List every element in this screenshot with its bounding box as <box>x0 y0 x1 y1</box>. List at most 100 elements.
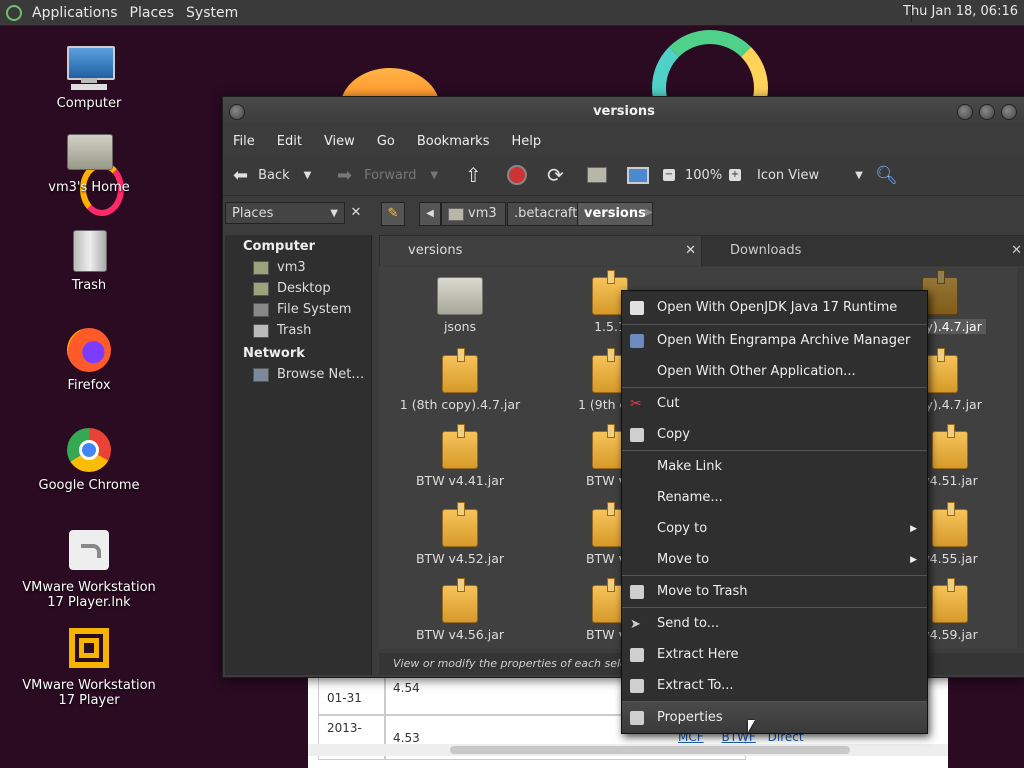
menubar: File Edit View Go Bookmarks Help <box>223 127 1024 155</box>
stop-icon[interactable] <box>507 155 527 195</box>
drive-icon <box>253 302 269 317</box>
menu-item-label: Extract Here <box>657 647 739 662</box>
menu-item-extract-to[interactable]: Extract To... <box>622 670 927 701</box>
desktop-item-label: Computer <box>56 96 122 111</box>
window-menu-button[interactable] <box>229 104 245 120</box>
chevron-down-icon: ▼ <box>330 208 338 219</box>
file-label: jsons <box>443 319 477 334</box>
chevron-down-icon[interactable]: ▼ <box>304 170 312 181</box>
clock[interactable]: Thu Jan 18, 06:16 <box>903 4 1018 19</box>
file-item[interactable]: BTW v4.52.jar <box>385 502 535 566</box>
maximize-button[interactable] <box>979 104 995 120</box>
submenu-arrow-icon: ▶ <box>910 554 917 565</box>
search-icon[interactable]: 🔍︎ <box>875 155 898 195</box>
reload-icon[interactable]: ⟳ <box>547 155 564 195</box>
desktop-home[interactable]: vm3's Home <box>14 128 164 195</box>
path-button-versions[interactable]: versions <box>577 202 653 226</box>
desktop-chrome[interactable]: Google Chrome <box>14 426 164 493</box>
menu-item-extract-here[interactable]: Extract Here <box>622 639 927 670</box>
context-menu: Open With OpenJDK Java 17 Runtime Open W… <box>621 290 928 734</box>
close-tab-icon[interactable]: ✕ <box>1011 236 1022 266</box>
file-item[interactable]: 1 (8th copy).4.7.jar <box>385 348 535 412</box>
menu-item-open-with-java[interactable]: Open With OpenJDK Java 17 Runtime <box>622 292 927 323</box>
menu-item-move-to-trash[interactable]: Move to Trash <box>622 576 927 607</box>
file-item[interactable]: BTW v4.56.jar <box>385 578 535 642</box>
file-label: BTW v4.56.jar <box>415 627 505 642</box>
menu-item-make-link[interactable]: Make Link <box>622 451 927 482</box>
sidebar-item-filesystem[interactable]: File System <box>253 302 371 317</box>
sidebar-item-desktop[interactable]: Desktop <box>253 281 371 296</box>
places-combo-label: Places <box>232 206 274 221</box>
menu-item-cut[interactable]: ✂ Cut <box>622 388 927 419</box>
menu-item-rename[interactable]: Rename... <box>622 482 927 513</box>
sidebar-item-label: File System <box>277 302 352 317</box>
computer-icon <box>65 44 115 92</box>
path-left-arrow[interactable]: ◀ <box>419 202 441 226</box>
jar-package-icon <box>442 348 478 393</box>
minimize-button[interactable] <box>957 104 973 120</box>
menu-go[interactable]: Go <box>377 134 395 149</box>
applications-menu[interactable]: Applications <box>32 5 118 21</box>
desktop-vmware[interactable]: VMware Workstation 17 Player <box>14 626 164 708</box>
system-menu[interactable]: System <box>186 5 238 21</box>
zoom-in-button[interactable]: + <box>729 155 741 195</box>
home-icon[interactable] <box>587 155 607 195</box>
zoom-out-button[interactable]: − <box>663 155 675 195</box>
submenu-arrow-icon: ▶ <box>910 523 917 534</box>
forward-arrow-icon: ➡ <box>337 164 353 186</box>
places-menu[interactable]: Places <box>130 5 175 21</box>
sidebar-item-vm3[interactable]: vm3 <box>253 260 371 275</box>
jar-package-icon <box>442 424 478 469</box>
up-icon[interactable]: ⇧ <box>465 155 482 195</box>
sidebar-item-browse-network[interactable]: Browse Net… <box>253 367 371 382</box>
tab-label: Downloads <box>730 243 802 258</box>
path-button-betacraft[interactable]: .betacraft <box>507 202 585 226</box>
view-mode-select[interactable]: Icon View ▼ <box>757 155 863 195</box>
places-combo[interactable]: Places ▼ <box>225 202 345 224</box>
chevron-down-icon[interactable]: ▼ <box>430 170 438 181</box>
back-button[interactable]: ⬅ Back ▼ <box>233 155 311 195</box>
horizontal-scrollbar[interactable] <box>308 744 948 756</box>
menu-item-copy[interactable]: Copy <box>622 419 927 450</box>
desktop-firefox[interactable]: Firefox <box>14 326 164 393</box>
menu-item-send-to[interactable]: ➤ Send to... <box>622 608 927 639</box>
menu-bookmarks[interactable]: Bookmarks <box>417 134 490 149</box>
menu-item-open-with-other[interactable]: Open With Other Application... <box>622 356 927 387</box>
menu-item-copy-to[interactable]: Copy to ▶ <box>622 513 927 544</box>
view-mode-label: Icon View <box>757 167 820 183</box>
forward-button[interactable]: ➡ Forward ▼ <box>337 155 438 195</box>
tab-downloads[interactable]: Downloads ✕ <box>701 235 1024 266</box>
pencil-icon: ✎ <box>387 206 399 221</box>
file-item[interactable]: jsons <box>385 277 535 334</box>
close-sidebar-icon[interactable]: ✕ <box>347 204 365 222</box>
zoom-level[interactable]: 100% <box>685 155 722 195</box>
desktop-vmware-shortcut[interactable]: VMware Workstation 17 Player.lnk <box>14 528 164 610</box>
close-button[interactable] <box>1001 104 1017 120</box>
desktop-trash[interactable]: Trash <box>14 226 164 293</box>
menu-help[interactable]: Help <box>511 134 541 149</box>
sidebar-item-trash[interactable]: Trash <box>253 323 371 338</box>
file-item[interactable]: BTW v4.41.jar <box>385 424 535 488</box>
window-titlebar[interactable]: versions <box>223 97 1024 127</box>
vertical-scrollbar[interactable] <box>1017 269 1024 647</box>
menu-view[interactable]: View <box>324 134 355 149</box>
extract-icon <box>630 678 644 693</box>
trash-icon <box>253 323 269 338</box>
desktop-item-label: VMware Workstation 17 Player.lnk <box>22 580 156 610</box>
menu-item-properties[interactable]: Properties <box>622 702 927 733</box>
home-folder-icon <box>65 128 113 176</box>
menu-item-open-with-engrampa[interactable]: Open With Engrampa Archive Manager <box>622 325 927 356</box>
menu-edit[interactable]: Edit <box>277 134 302 149</box>
close-tab-icon[interactable]: ✕ <box>685 236 696 266</box>
tab-versions[interactable]: versions ✕ <box>379 235 703 266</box>
menu-file[interactable]: File <box>233 134 255 149</box>
path-label: versions <box>584 206 646 221</box>
menu-item-label: Properties <box>657 710 723 725</box>
menu-item-move-to[interactable]: Move to ▶ <box>622 544 927 575</box>
distro-logo-icon[interactable] <box>6 4 22 21</box>
path-button-home[interactable]: vm3 <box>441 202 506 226</box>
edit-location-button[interactable]: ✎ <box>381 202 405 226</box>
path-right-arrow[interactable]: ▶ <box>645 202 659 224</box>
desktop-computer[interactable]: Computer <box>14 44 164 111</box>
computer-icon[interactable] <box>627 155 649 195</box>
